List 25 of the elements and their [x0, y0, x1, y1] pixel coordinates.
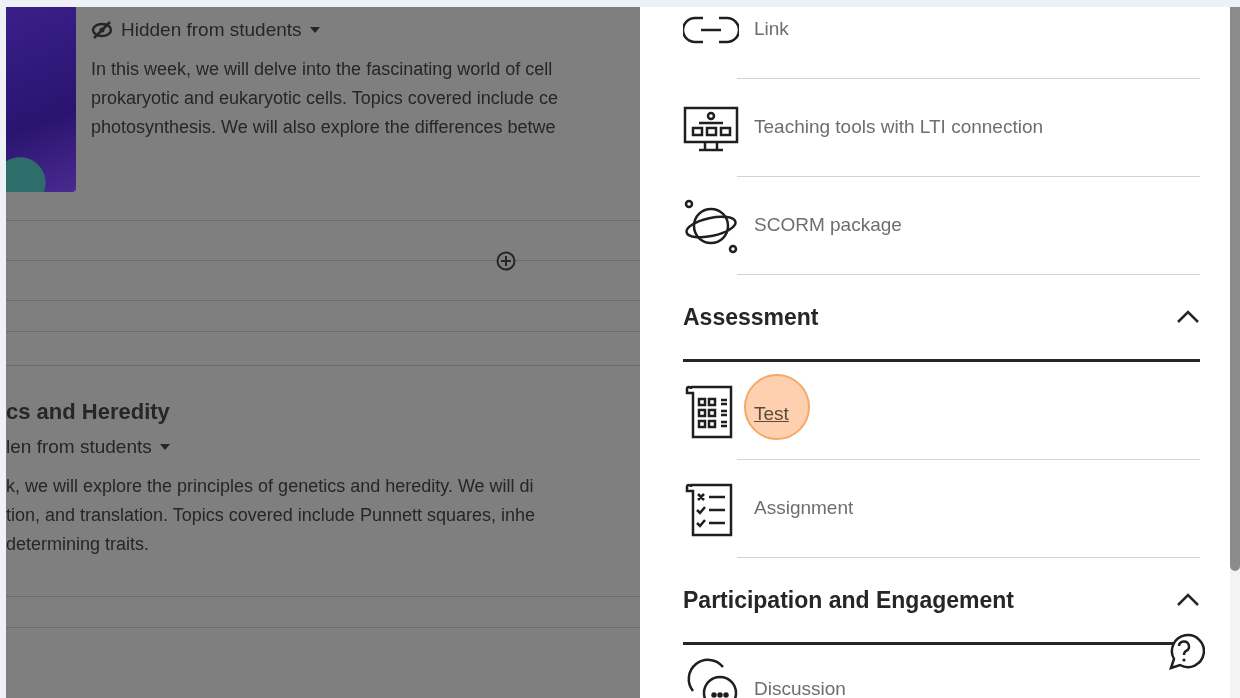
content-type-option[interactable]: Teaching tools with LTI connection — [683, 79, 1044, 176]
content-type-option[interactable]: SCORM package — [683, 177, 902, 274]
section-title: cs and Heredity — [6, 399, 171, 425]
description-line: In this week, we will delve into the fascinating world of cell — [91, 58, 554, 81]
content-type-option[interactable]: Link — [683, 7, 789, 78]
content-type-option[interactable]: Discussion — [683, 645, 846, 698]
description-line: k, we will explore the principles of genetics and heredity. We will di — [6, 475, 535, 498]
section-header[interactable]: Participation and Engagement — [683, 558, 1200, 642]
scrollbar[interactable] — [1230, 7, 1240, 698]
add-icon[interactable] — [496, 250, 516, 271]
chevron-icon — [1176, 593, 1200, 607]
description-line: determining traits. — [6, 533, 151, 556]
description-line: photosynthesis. We will also explore the differences betwe — [91, 116, 557, 139]
description-line: prokaryotic and eukaryotic cells. Topics covered include ce — [91, 87, 558, 110]
hidden-eye-icon — [91, 21, 113, 39]
caret-icon — [159, 444, 170, 450]
visibility-menu[interactable]: len from students — [6, 434, 640, 460]
content-type-option[interactable]: Test — [683, 362, 815, 459]
planet-icon — [683, 197, 739, 254]
content-type-option[interactable]: Assignment — [683, 460, 854, 557]
visibility-menu[interactable]: Hidden from students — [91, 17, 558, 43]
description-line: tion, and translation. Topics covered include Punnett squares, inhe — [6, 504, 536, 527]
chevron-icon — [1176, 310, 1200, 324]
caret-icon — [309, 27, 320, 33]
section-header[interactable]: Assessment — [683, 275, 1200, 359]
